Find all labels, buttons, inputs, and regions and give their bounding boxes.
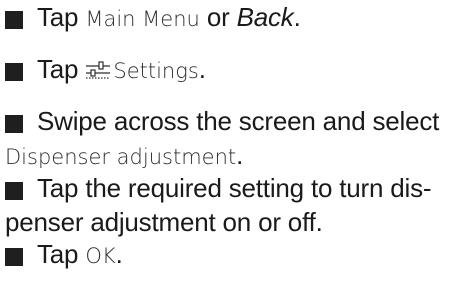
or-word: or [206,2,230,32]
period: . [236,140,244,170]
main-menu-label: Main Menu [85,7,200,31]
bullet-square [5,115,23,133]
tap-word: Tap [37,54,79,84]
step-text-line-1: Tap the required setting to turn dis- [37,173,432,203]
period: . [198,54,206,84]
ok-label: OK [85,244,116,268]
bullet-square [5,11,23,29]
period: . [293,2,301,32]
tap-word: Tap [37,2,79,32]
dispenser-adjustment-label: Dispenser adjustment [5,145,237,169]
period: . [115,239,123,269]
step-text: Tap OK. [37,239,123,271]
step-text: Tap Settings. [37,54,206,86]
settings-sliders-icon [85,60,111,80]
step-text-line-2: penser adjustment on or off. [5,207,323,237]
back-label: Back [236,2,294,32]
bullet-square [5,248,23,266]
step-text-line-2: Dispenser adjustment. [5,140,243,172]
step-text-line-1: Swipe across the screen and select [37,106,440,136]
settings-label: Settings [113,59,199,83]
tap-word: Tap [37,239,79,269]
bullet-square [5,182,23,200]
bullet-square [5,63,23,81]
step-text: Tap Main Menu or Back. [37,2,301,34]
